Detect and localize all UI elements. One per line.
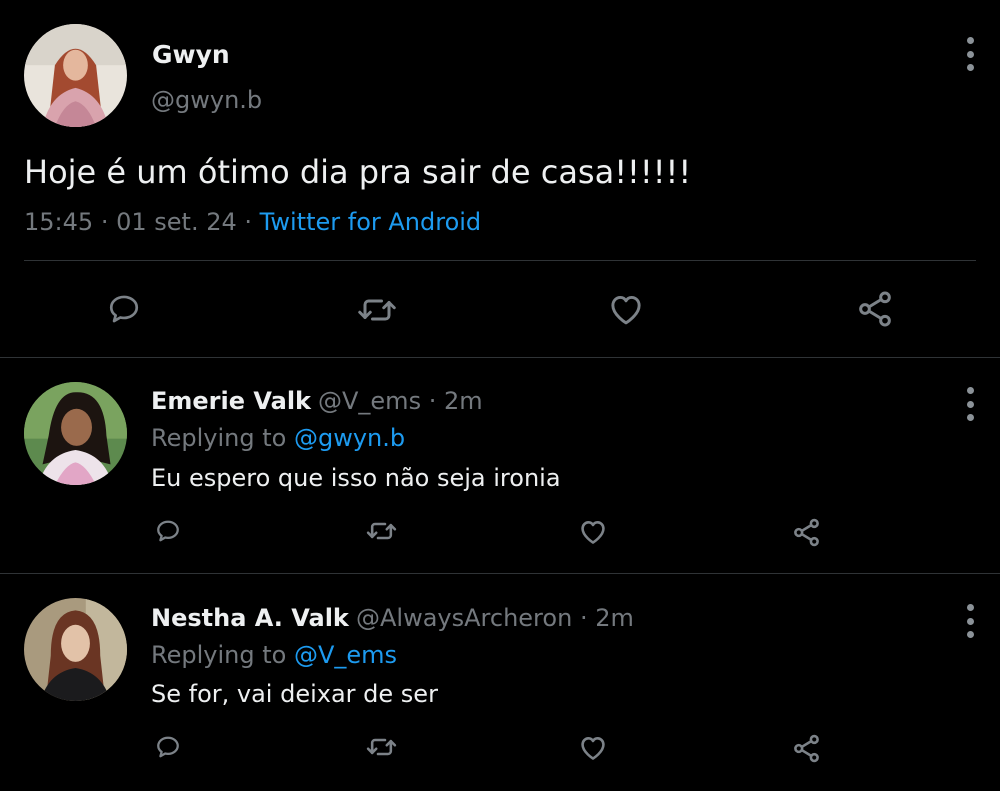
replying-to-label: Replying to xyxy=(151,424,287,452)
retweet-button[interactable] xyxy=(362,514,400,548)
share-icon xyxy=(859,291,891,327)
author-name[interactable]: Nestha A. Valk xyxy=(151,604,349,632)
divider xyxy=(24,260,976,261)
retweet-icon xyxy=(366,522,396,540)
retweet-icon xyxy=(358,299,396,321)
author-handle[interactable]: @gwyn.b xyxy=(151,86,262,114)
heart-icon xyxy=(611,295,641,325)
author-handle[interactable]: @V_ems xyxy=(318,387,421,415)
author-name[interactable]: Gwyn xyxy=(152,40,230,69)
author-name[interactable]: Emerie Valk xyxy=(151,387,311,415)
meta-separator: · xyxy=(579,604,588,632)
like-button[interactable] xyxy=(575,730,611,764)
reply-icon xyxy=(157,520,179,542)
profile-photo xyxy=(24,382,127,485)
meta-separator: · xyxy=(428,387,437,415)
author-meta: @V_ems · 2m xyxy=(318,387,483,415)
mention-link[interactable]: @gwyn.b xyxy=(294,424,405,452)
reply-button[interactable] xyxy=(151,514,185,548)
more-vertical-icon[interactable] xyxy=(960,37,980,71)
retweet-button[interactable] xyxy=(362,730,400,764)
tweet-client-link[interactable]: Twitter for Android xyxy=(260,208,481,236)
profile-photo xyxy=(24,24,127,127)
tweet-text: Eu espero que isso não seja ironia xyxy=(151,464,561,492)
share-button[interactable] xyxy=(788,514,824,550)
avatar[interactable] xyxy=(24,24,127,127)
reply-icon xyxy=(109,295,139,323)
share-icon xyxy=(793,734,819,762)
like-button[interactable] xyxy=(603,287,649,331)
reply-button[interactable] xyxy=(151,730,185,764)
share-icon xyxy=(793,518,819,546)
mention-link[interactable]: @V_ems xyxy=(294,641,397,669)
profile-photo xyxy=(24,598,127,701)
divider xyxy=(0,573,1000,574)
tweet-time: 15:45 xyxy=(24,208,94,236)
retweet-icon xyxy=(366,738,396,756)
reply-button[interactable] xyxy=(100,287,148,331)
avatar[interactable] xyxy=(24,598,127,701)
heart-icon xyxy=(581,520,605,544)
tweet-text: Hoje é um ótimo dia pra sair de casa!!!!… xyxy=(24,153,692,191)
replying-to-label: Replying to xyxy=(151,641,287,669)
like-button[interactable] xyxy=(575,514,611,548)
replying-to: Replying to @V_ems xyxy=(151,641,397,669)
tweet-age: 2m xyxy=(595,604,634,632)
replying-to: Replying to @gwyn.b xyxy=(151,424,405,452)
tweet-metadata: 15:45 · 01 set. 24 · Twitter for Android xyxy=(24,208,481,236)
tweet-text: Se for, vai deixar de ser xyxy=(151,680,438,708)
retweet-button[interactable] xyxy=(354,289,400,331)
heart-icon xyxy=(581,736,605,760)
author-handle[interactable]: @AlwaysArcheron xyxy=(356,604,572,632)
author-meta: @AlwaysArcheron · 2m xyxy=(356,604,634,632)
reply-icon xyxy=(157,736,179,758)
tweet-date: 01 set. 24 xyxy=(116,208,237,236)
more-vertical-icon[interactable] xyxy=(960,387,980,421)
share-button[interactable] xyxy=(852,287,898,331)
tweet-age: 2m xyxy=(444,387,483,415)
avatar[interactable] xyxy=(24,382,127,485)
meta-separator: · xyxy=(100,208,109,236)
meta-separator: · xyxy=(244,208,253,236)
divider xyxy=(0,357,1000,358)
more-vertical-icon[interactable] xyxy=(960,604,980,638)
share-button[interactable] xyxy=(788,730,824,766)
